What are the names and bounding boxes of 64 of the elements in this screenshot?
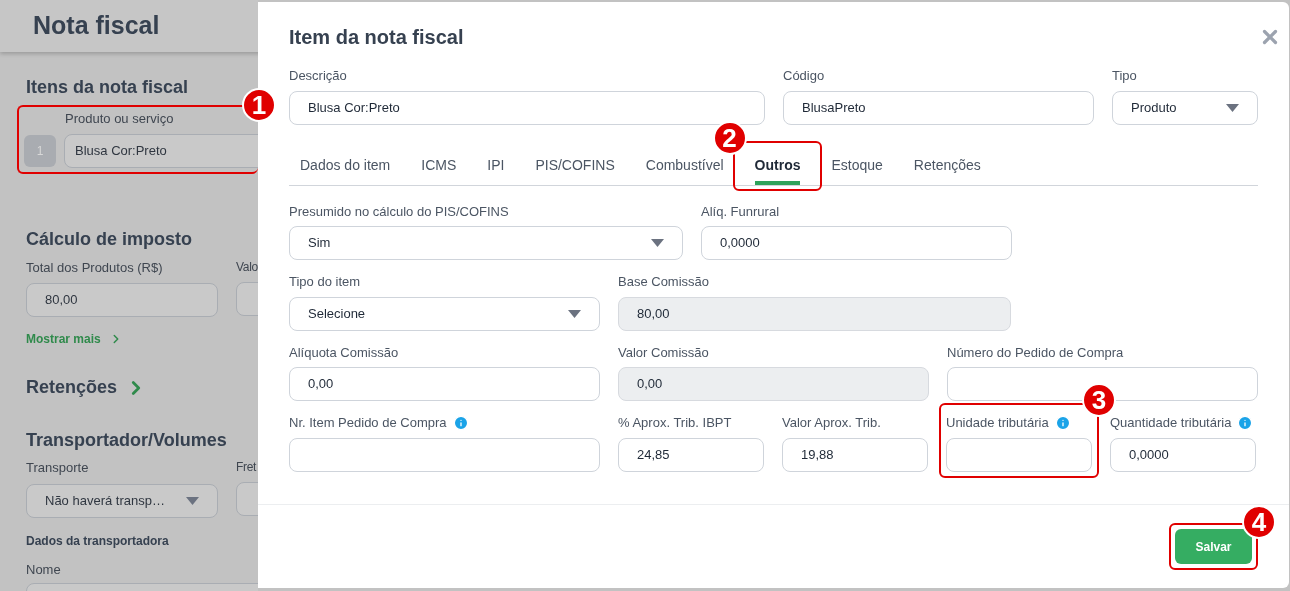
input-field[interactable]: 0,00 xyxy=(289,367,600,401)
field-label: Transporte xyxy=(26,459,90,477)
tab[interactable]: IPI xyxy=(487,154,505,185)
input-field[interactable]: 0,0000 xyxy=(701,226,1012,260)
tab[interactable]: Combustível xyxy=(645,154,724,185)
input-field[interactable]: BlusaPreto xyxy=(783,90,1094,125)
field-value: 19,88 xyxy=(801,445,834,464)
select-field[interactable]: Selecione xyxy=(289,296,600,331)
step-number-badge: 4 xyxy=(1242,505,1276,539)
field-label: Alíq. Funrural xyxy=(701,202,780,221)
modal-title: Item da nota fiscal xyxy=(289,25,464,50)
tab[interactable]: PIS/COFINS xyxy=(535,154,615,185)
field-value: Blusa Cor:Preto xyxy=(308,98,400,117)
tab[interactable]: Estoque xyxy=(831,154,883,185)
field-label: Fret xyxy=(236,459,258,476)
field-value: 80,00 xyxy=(637,304,670,323)
field-label: Número do Pedido de Compra xyxy=(947,343,1124,362)
page-title: Nota fiscal xyxy=(33,10,160,42)
field-label: Valo xyxy=(236,258,258,276)
input-field[interactable]: 24,85 xyxy=(618,437,764,472)
section-title: Transportador/Volumes xyxy=(26,429,228,452)
select-value: Não haverá transp… xyxy=(45,491,165,510)
field-label: Base Comissão xyxy=(618,273,710,291)
field-label: Nr. Item Pedido de Compra xyxy=(289,414,447,432)
select-value: Sim xyxy=(308,234,331,253)
tab[interactable]: Dados do item xyxy=(300,154,391,185)
field-value: 0,00 xyxy=(308,375,334,394)
section-title: Itens da nota fiscal xyxy=(26,76,190,99)
select-value: Produto xyxy=(1131,98,1177,117)
field-label: Total dos Produtos (R$) xyxy=(26,258,164,277)
select-field[interactable]: Não haverá transp… xyxy=(26,483,218,518)
field-label: Nome xyxy=(26,560,62,579)
readonly-field: 80,00 xyxy=(26,283,218,317)
field-value: 0,00 xyxy=(637,375,663,394)
select-field[interactable]: Produto xyxy=(1112,90,1258,125)
tab[interactable]: Retenções xyxy=(913,154,981,185)
field-label: % Aprox. Trib. IBPT xyxy=(618,414,732,432)
subsection-title: Dados da transportadora xyxy=(26,532,170,550)
section-title: Retenções xyxy=(26,376,118,399)
field-label: Valor Comissão xyxy=(618,343,709,362)
field-label: Valor Aprox. Trib. xyxy=(782,414,881,432)
field-label: Alíquota Comissão xyxy=(289,343,399,362)
select-field[interactable]: Sim xyxy=(289,226,683,260)
field-value: 0,0000 xyxy=(720,234,760,253)
field-label: Descrição xyxy=(289,67,347,85)
input-field[interactable]: 19,88 xyxy=(782,437,928,472)
field-label: Tipo xyxy=(1112,67,1137,85)
tab[interactable]: ICMS xyxy=(421,154,457,185)
field-label: Quantidade tributária xyxy=(1110,414,1232,432)
tab[interactable]: Outros xyxy=(754,154,801,185)
field-label: Produto ou serviço xyxy=(65,110,175,128)
field-value: BlusaPreto xyxy=(802,98,866,117)
field-value: 24,85 xyxy=(637,445,670,464)
field-label: Tipo do item xyxy=(289,273,361,291)
input-field[interactable]: Blusa Cor:Preto xyxy=(289,90,765,125)
field-label: Presumido no cálculo do PIS/COFINS xyxy=(289,202,509,221)
select-value: Selecione xyxy=(308,304,366,323)
field-value: 0,0000 xyxy=(1129,445,1169,464)
input-field[interactable]: 0,0000 xyxy=(1110,437,1256,472)
field-label: Unidade tributária xyxy=(946,414,1049,432)
step-number-badge: 3 xyxy=(1082,383,1116,417)
product-field[interactable]: Blusa Cor:Preto xyxy=(64,133,258,168)
section-title: Cálculo de imposto xyxy=(26,227,194,251)
field-label: Código xyxy=(783,67,825,85)
